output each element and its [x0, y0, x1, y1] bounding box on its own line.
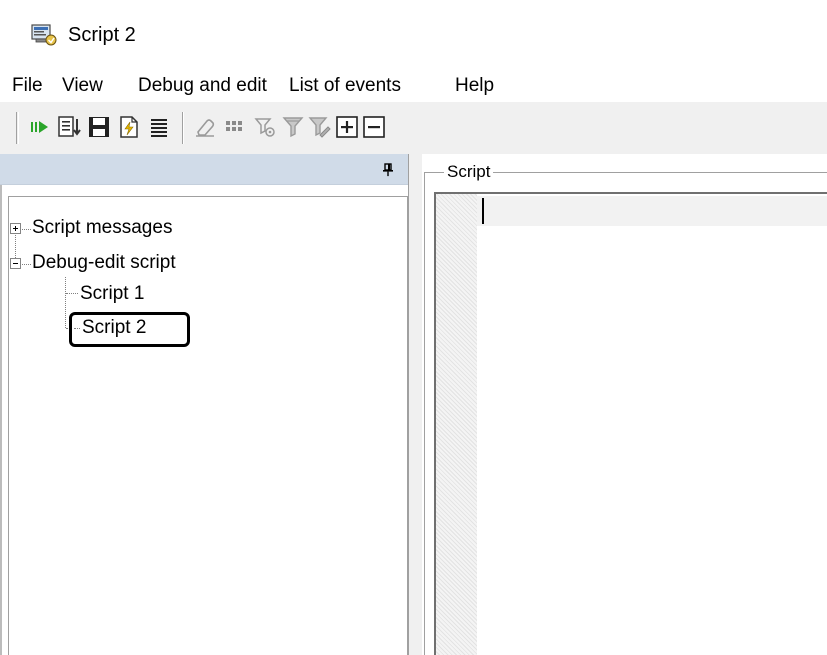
eraser-icon[interactable]	[192, 113, 218, 141]
script-pane-title: Script	[444, 162, 494, 182]
tree-connector	[65, 277, 66, 328]
step-list-icon[interactable]	[56, 113, 82, 141]
tree-connector	[15, 235, 16, 258]
filter-icon[interactable]	[280, 113, 306, 141]
new-script-icon[interactable]	[116, 113, 142, 141]
tree-panel: Script messages Debug-edit script Script…	[0, 154, 417, 655]
filter-gear-icon[interactable]	[252, 113, 278, 141]
menu-view[interactable]: View	[62, 75, 103, 97]
toolbar	[0, 102, 827, 154]
tree-connector	[22, 229, 31, 230]
tree-item-script-2[interactable]: Script 2	[82, 317, 146, 339]
expand-script-messages-icon[interactable]	[10, 223, 21, 234]
pin-icon[interactable]	[381, 163, 395, 177]
panel-splitter[interactable]	[408, 154, 422, 655]
filter-edit-icon[interactable]	[306, 113, 332, 141]
collapse-minus-icon[interactable]	[361, 113, 387, 141]
menu-list-of-events[interactable]: List of events	[289, 75, 401, 97]
title-bar: Script 2	[0, 0, 827, 70]
script-app-icon	[31, 24, 57, 46]
text-caret	[482, 198, 484, 224]
menu-bar: File View Debug and edit List of events …	[0, 70, 827, 102]
menu-file[interactable]: File	[12, 75, 43, 97]
run-icon[interactable]	[26, 113, 52, 141]
tree-item-debug-edit-script[interactable]: Debug-edit script	[32, 252, 176, 274]
toolbar-separator	[182, 112, 184, 144]
editor-gutter	[436, 194, 477, 655]
script-pane: Script	[422, 154, 827, 655]
script-editor[interactable]	[434, 192, 827, 655]
toolbar-grip[interactable]	[16, 112, 19, 144]
tree-item-script-messages[interactable]: Script messages	[32, 217, 172, 239]
tree-connector	[66, 293, 78, 294]
grid-icon[interactable]	[222, 113, 248, 141]
collapse-debug-edit-script-icon[interactable]	[10, 258, 21, 269]
align-lines-icon[interactable]	[146, 113, 172, 141]
script-tree: Script messages Debug-edit script Script…	[8, 196, 408, 655]
expand-plus-icon[interactable]	[334, 113, 360, 141]
menu-help[interactable]: Help	[455, 75, 494, 97]
menu-debug-and-edit[interactable]: Debug and edit	[138, 75, 267, 97]
tree-connector	[74, 328, 80, 329]
panel-border	[0, 154, 2, 655]
window-title: Script 2	[68, 24, 136, 46]
save-icon[interactable]	[86, 113, 112, 141]
tree-item-script-1[interactable]: Script 1	[80, 283, 144, 305]
panel-header	[0, 154, 417, 185]
current-line-highlight	[477, 196, 827, 226]
tree-connector	[22, 264, 31, 265]
